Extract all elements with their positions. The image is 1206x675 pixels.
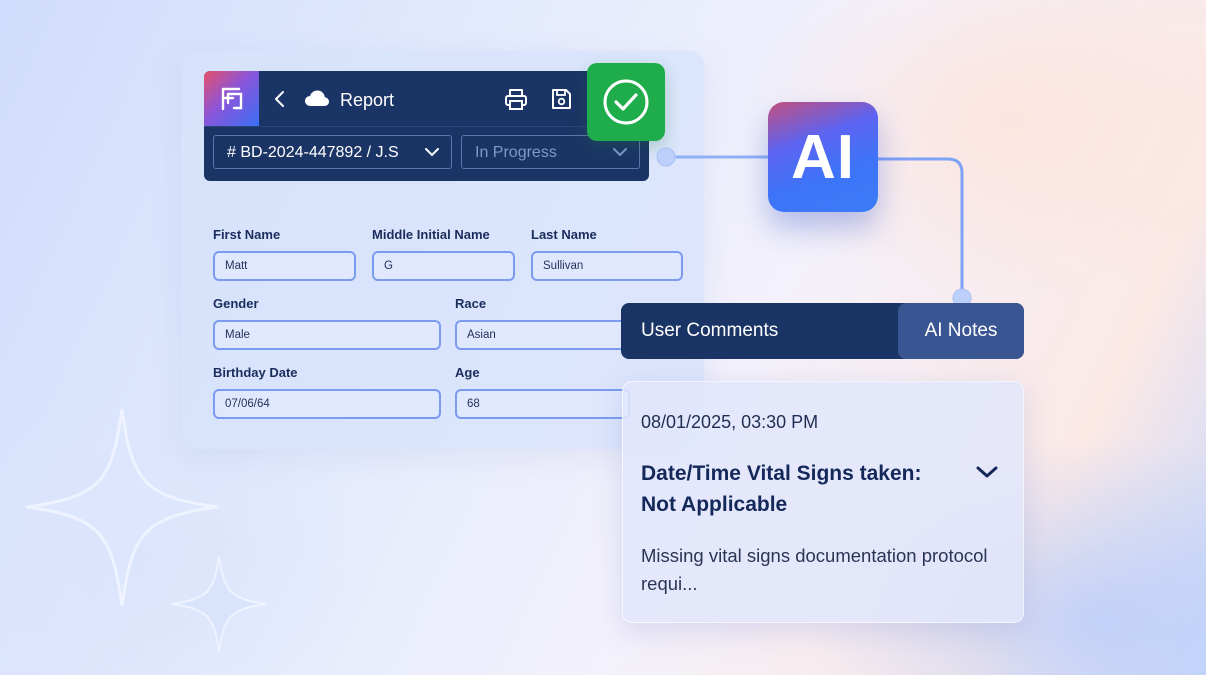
note-body: Missing vital signs documentation protoc… [641, 545, 988, 594]
check-circle-icon [603, 79, 649, 125]
last-name-label: Last Name [531, 227, 597, 242]
age-field[interactable]: 68 [455, 389, 630, 419]
tab-ai-notes[interactable]: AI Notes [898, 303, 1024, 359]
note-heading: Date/Time Vital Signs taken: Not Applica… [641, 462, 922, 516]
last-name-field[interactable]: Sullivan [531, 251, 683, 281]
app-logo-icon[interactable] [204, 71, 259, 126]
ai-badge: AI [768, 102, 878, 212]
birthday-label: Birthday Date [213, 365, 298, 380]
report-header: Report # BD-2024-447892 / J.S In Progres… [204, 71, 649, 181]
race-label: Race [455, 296, 487, 311]
approve-button[interactable] [587, 63, 665, 141]
chevron-down-icon[interactable] [975, 464, 999, 480]
record-id-select[interactable]: # BD-2024-447892 / J.S [213, 135, 452, 169]
notes-tabs: User Comments AI Notes [621, 303, 1024, 359]
race-field[interactable]: Asian [455, 320, 630, 350]
save-icon[interactable] [550, 88, 572, 110]
first-name-field[interactable]: Matt [213, 251, 356, 281]
age-label: Age [455, 365, 480, 380]
birthday-field[interactable]: 07/06/64 [213, 389, 441, 419]
status-value: In Progress [475, 144, 557, 161]
print-icon[interactable] [504, 87, 528, 111]
chevron-down-icon [613, 148, 627, 157]
gender-label: Gender [213, 296, 259, 311]
middle-name-field[interactable]: G [372, 251, 515, 281]
chevron-down-icon [425, 148, 439, 157]
back-icon[interactable] [272, 89, 288, 109]
tab-user-comments[interactable]: User Comments [641, 303, 778, 359]
page-title: Report [340, 90, 395, 110]
header-divider [204, 126, 649, 127]
ai-note-card: 08/01/2025, 03:30 PM Date/Time Vital Sig… [622, 381, 1024, 623]
note-timestamp: 08/01/2025, 03:30 PM [641, 412, 819, 432]
record-id-value: # BD-2024-447892 / J.S [227, 144, 399, 161]
gender-field[interactable]: Male [213, 320, 441, 350]
sparkle-small-icon [171, 556, 267, 652]
cloud-icon [305, 90, 329, 106]
first-name-label: First Name [213, 227, 281, 242]
middle-name-label: Middle Initial Name [372, 227, 490, 242]
